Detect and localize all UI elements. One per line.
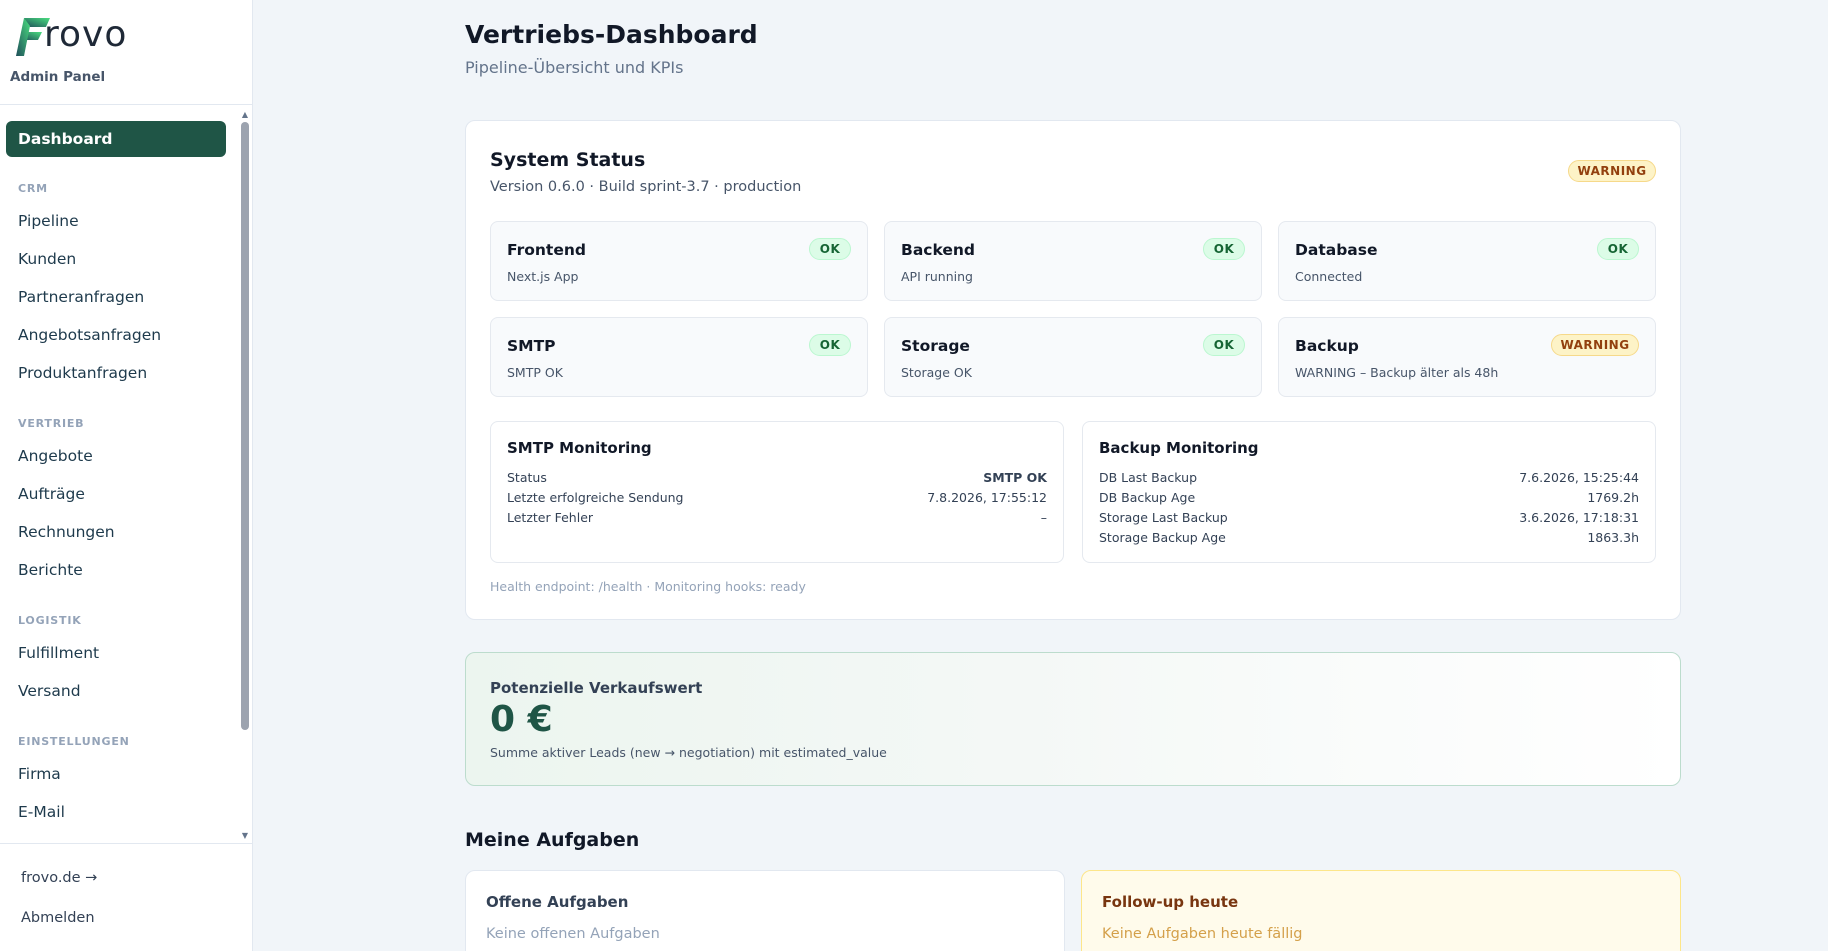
sidebar-item-angebotsanfragen[interactable]: Angebotsanfragen bbox=[6, 317, 226, 353]
monitoring-row: Letzter Fehler – bbox=[507, 510, 1047, 530]
sidebar-item-angebote[interactable]: Angebote bbox=[6, 438, 226, 474]
service-name: Database bbox=[1295, 241, 1378, 259]
smtp-monitoring-panel: SMTP Monitoring Status SMTP OK Letzte er… bbox=[490, 421, 1064, 563]
sales-value-card: Potenzielle Verkaufswert 0 € Summe aktiv… bbox=[465, 652, 1681, 786]
sales-value-label: Potenzielle Verkaufswert bbox=[490, 679, 703, 697]
service-desc: API running bbox=[901, 269, 973, 284]
monitoring-row: DB Last Backup 7.6.2026, 15:25:44 bbox=[1099, 470, 1639, 490]
row-value: SMTP OK bbox=[983, 470, 1047, 485]
row-value: 1863.3h bbox=[1587, 530, 1639, 545]
sidebar-item-email[interactable]: E-Mail bbox=[6, 794, 226, 830]
sidebar-item-versand[interactable]: Versand bbox=[6, 673, 226, 709]
sidebar-item-dashboard[interactable]: Dashboard bbox=[6, 121, 226, 157]
sidebar-item-pipeline[interactable]: Pipeline bbox=[6, 203, 226, 239]
open-tasks-card: Offene Aufgaben Keine offenen Aufgaben bbox=[465, 870, 1065, 951]
service-tile-backend: Backend API running OK bbox=[884, 221, 1262, 301]
status-badge: OK bbox=[809, 238, 851, 260]
sidebar-item-produktanfragen[interactable]: Produktanfragen bbox=[6, 355, 226, 391]
sidebar-nav: Dashboard CRM Pipeline Kunden Partneranf… bbox=[0, 106, 240, 841]
service-tile-storage: Storage Storage OK OK bbox=[884, 317, 1262, 397]
page-title: Vertriebs-Dashboard bbox=[465, 20, 758, 49]
logout-link[interactable]: Abmelden bbox=[21, 910, 95, 926]
site-link[interactable]: frovo.de → bbox=[21, 870, 97, 886]
version-line: Version 0.6.0 · Build sprint-3.7 · produ… bbox=[490, 179, 802, 195]
row-key: Letzte erfolgreiche Sendung bbox=[507, 490, 684, 505]
scroll-down-icon[interactable]: ▼ bbox=[240, 831, 250, 841]
monitoring-row: Storage Backup Age 1863.3h bbox=[1099, 530, 1639, 550]
monitoring-row: Storage Last Backup 3.6.2026, 17:18:31 bbox=[1099, 510, 1639, 530]
service-name: Storage bbox=[901, 337, 970, 355]
backup-monitoring-title: Backup Monitoring bbox=[1099, 439, 1259, 457]
sidebar-section-einstellungen: EINSTELLUNGEN bbox=[18, 735, 130, 748]
service-desc: Storage OK bbox=[901, 365, 972, 380]
status-badge: WARNING bbox=[1551, 334, 1639, 356]
row-value: 7.6.2026, 15:25:44 bbox=[1519, 470, 1639, 485]
sidebar-section-logistik: LOGISTIK bbox=[18, 614, 82, 627]
service-tile-frontend: Frontend Next.js App OK bbox=[490, 221, 868, 301]
sidebar-item-auftraege[interactable]: Aufträge bbox=[6, 476, 226, 512]
row-key: DB Last Backup bbox=[1099, 470, 1198, 485]
service-tile-backup: Backup WARNING – Backup älter als 48h WA… bbox=[1278, 317, 1656, 397]
monitoring-row: Status SMTP OK bbox=[507, 470, 1047, 490]
service-name: SMTP bbox=[507, 337, 556, 355]
sidebar-section-vertrieb: VERTRIEB bbox=[18, 417, 85, 430]
row-key: Letzter Fehler bbox=[507, 510, 594, 525]
open-tasks-title: Offene Aufgaben bbox=[486, 893, 629, 911]
sales-value-note: Summe aktiver Leads (new → negotiation) … bbox=[490, 745, 887, 760]
logo-text: rovo bbox=[44, 14, 128, 55]
service-tile-smtp: SMTP SMTP OK OK bbox=[490, 317, 868, 397]
row-key: Storage Backup Age bbox=[1099, 530, 1226, 545]
scroll-up-icon[interactable]: ▲ bbox=[240, 110, 250, 120]
service-name: Backend bbox=[901, 241, 975, 259]
service-name: Frontend bbox=[507, 241, 586, 259]
row-key: DB Backup Age bbox=[1099, 490, 1196, 505]
sidebar-item-firma[interactable]: Firma bbox=[6, 756, 226, 792]
backup-monitoring-panel: Backup Monitoring DB Last Backup 7.6.202… bbox=[1082, 421, 1656, 563]
sidebar-footer: frovo.de → Abmelden bbox=[0, 843, 253, 951]
page-subtitle: Pipeline-Übersicht und KPIs bbox=[465, 58, 684, 77]
followup-today-empty: Keine Aufgaben heute fällig bbox=[1102, 926, 1303, 942]
followup-today-title: Follow-up heute bbox=[1102, 893, 1239, 911]
service-desc: SMTP OK bbox=[507, 365, 563, 380]
sidebar-section-crm: CRM bbox=[18, 182, 48, 195]
sidebar-item-partneranfragen[interactable]: Partneranfragen bbox=[6, 279, 226, 315]
service-desc: Connected bbox=[1295, 269, 1363, 284]
sidebar: rovo Admin Panel Dashboard CRM Pipeline … bbox=[0, 0, 253, 951]
row-value: 7.8.2026, 17:55:12 bbox=[927, 490, 1047, 505]
service-desc: WARNING – Backup älter als 48h bbox=[1295, 365, 1499, 380]
monitoring-row: DB Backup Age 1769.2h bbox=[1099, 490, 1639, 510]
row-value: 3.6.2026, 17:18:31 bbox=[1519, 510, 1639, 525]
overall-status-badge: WARNING bbox=[1568, 160, 1656, 182]
sidebar-item-berichte[interactable]: Berichte bbox=[6, 552, 226, 588]
system-status-title: System Status bbox=[490, 149, 646, 171]
row-value: – bbox=[1040, 510, 1047, 525]
row-key: Status bbox=[507, 470, 547, 485]
service-desc: Next.js App bbox=[507, 269, 579, 284]
tasks-section-title: Meine Aufgaben bbox=[465, 829, 640, 851]
sales-value-amount: 0 € bbox=[490, 699, 553, 740]
system-status-card: System Status Version 0.6.0 · Build spri… bbox=[465, 120, 1681, 620]
row-key: Storage Last Backup bbox=[1099, 510, 1228, 525]
service-tile-database: Database Connected OK bbox=[1278, 221, 1656, 301]
row-value: 1769.2h bbox=[1587, 490, 1639, 505]
sidebar-scrollbar[interactable]: ▲ ▼ bbox=[239, 108, 251, 841]
status-badge: OK bbox=[1597, 238, 1639, 260]
status-badge: OK bbox=[1203, 238, 1245, 260]
panel-label: Admin Panel bbox=[10, 69, 106, 85]
open-tasks-empty: Keine offenen Aufgaben bbox=[486, 926, 660, 942]
health-line: Health endpoint: /health · Monitoring ho… bbox=[490, 579, 806, 594]
scrollbar-thumb[interactable] bbox=[241, 122, 249, 730]
service-name: Backup bbox=[1295, 337, 1359, 355]
smtp-monitoring-title: SMTP Monitoring bbox=[507, 439, 652, 457]
brand: rovo Admin Panel bbox=[0, 0, 252, 105]
followup-today-card: Follow-up heute Keine Aufgaben heute fäl… bbox=[1081, 870, 1681, 951]
monitoring-row: Letzte erfolgreiche Sendung 7.8.2026, 17… bbox=[507, 490, 1047, 510]
status-badge: OK bbox=[809, 334, 851, 356]
sidebar-item-kunden[interactable]: Kunden bbox=[6, 241, 226, 277]
status-badge: OK bbox=[1203, 334, 1245, 356]
sidebar-item-fulfillment[interactable]: Fulfillment bbox=[6, 635, 226, 671]
sidebar-item-rechnungen[interactable]: Rechnungen bbox=[6, 514, 226, 550]
